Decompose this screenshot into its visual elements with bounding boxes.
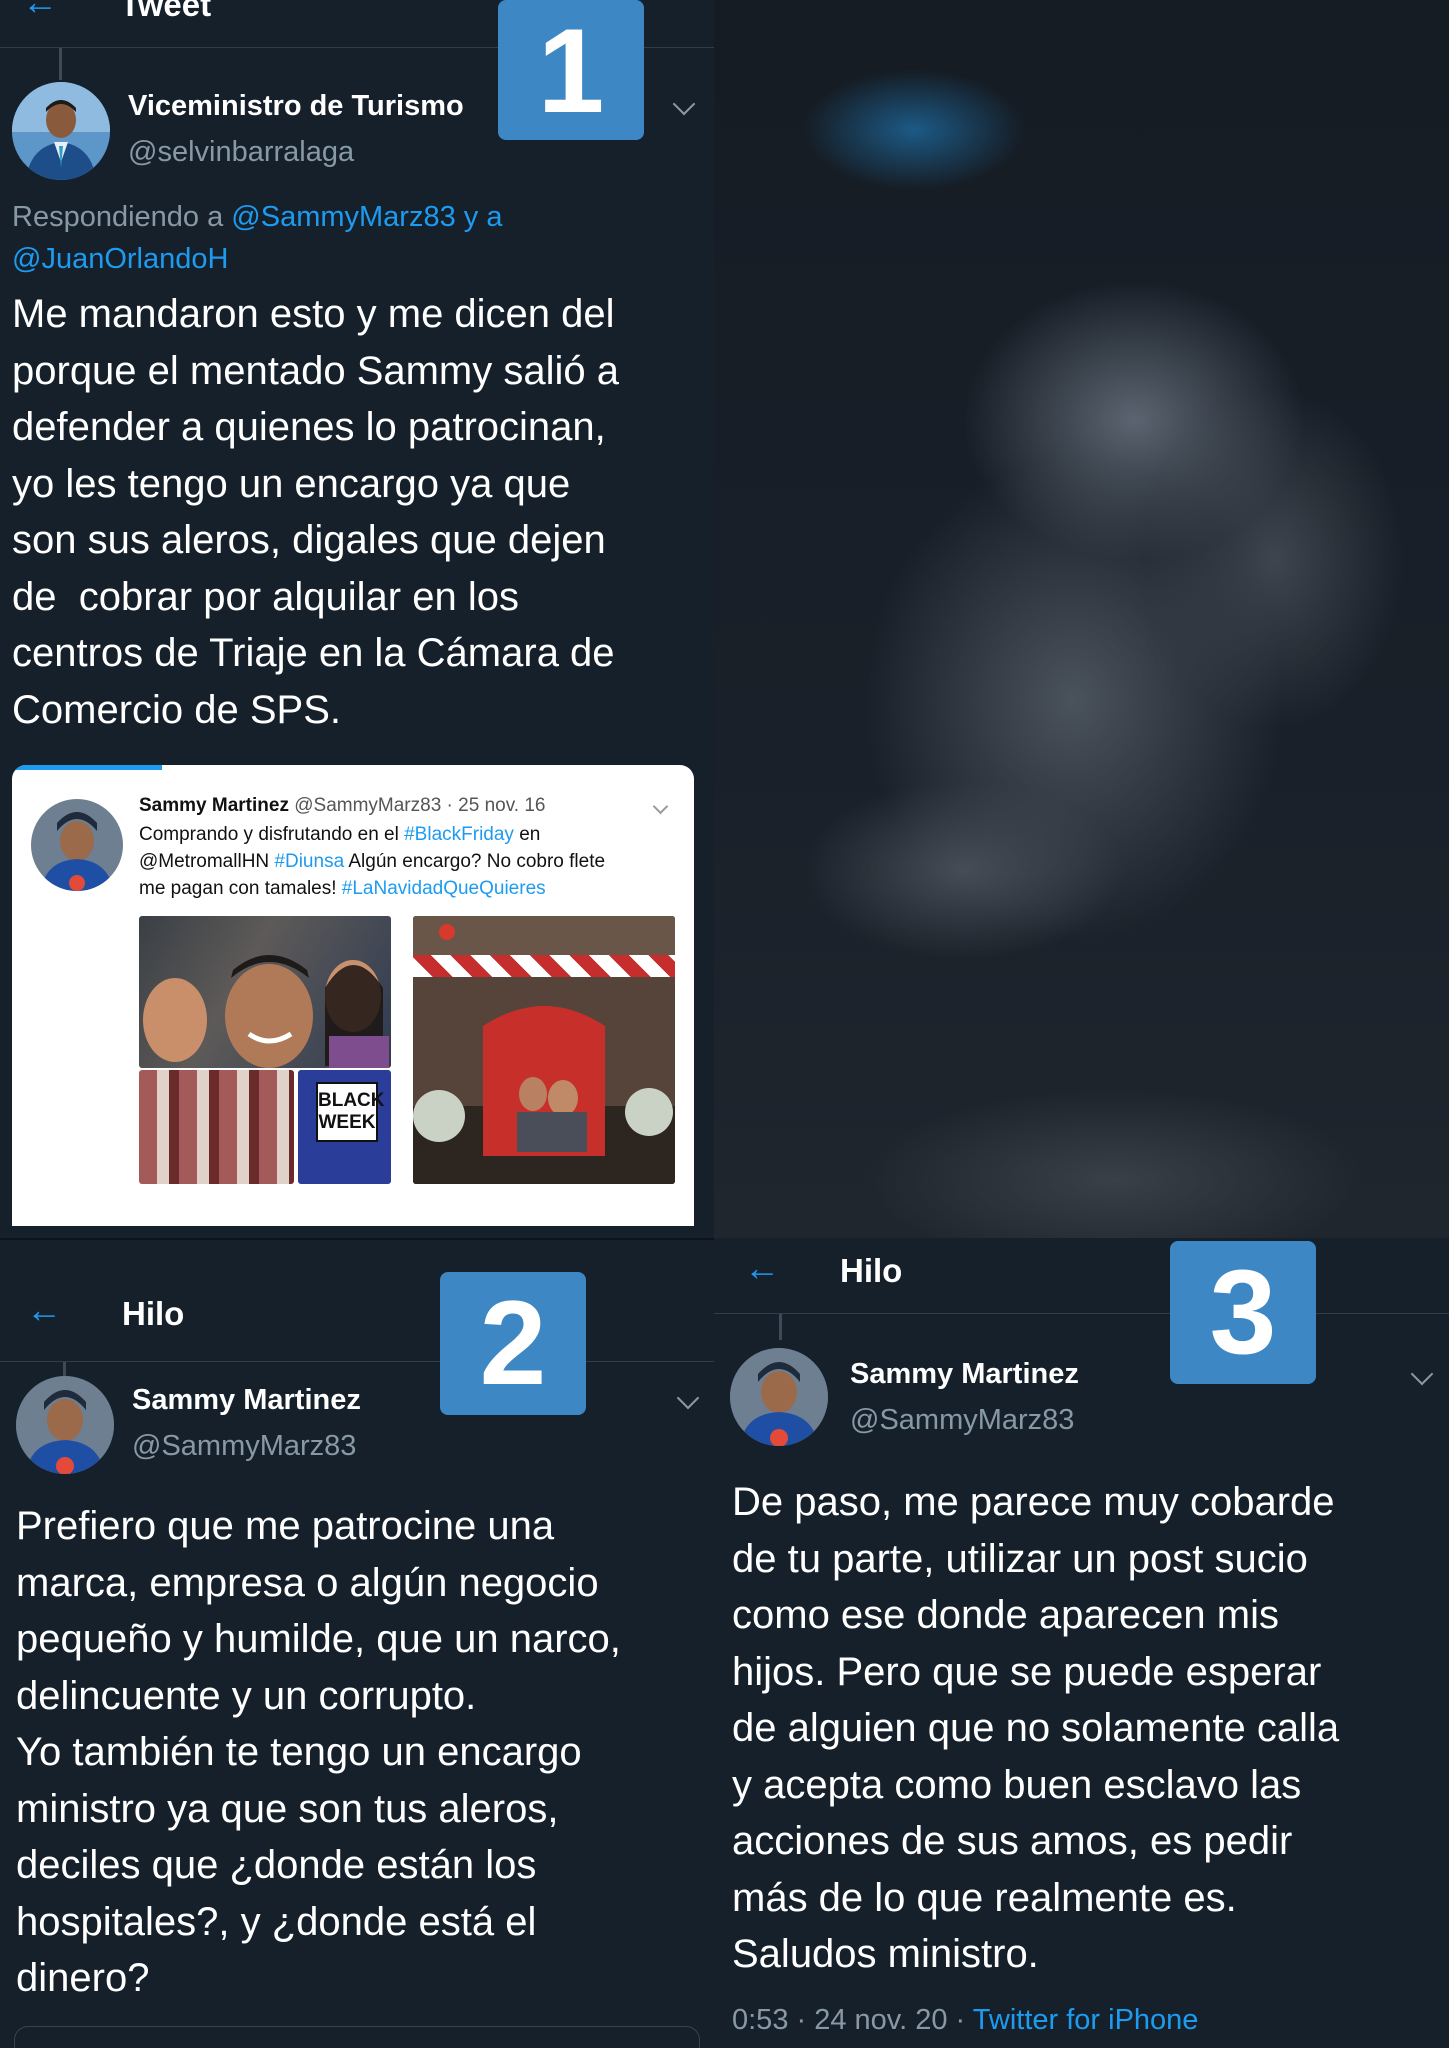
embedded-text-part: en: [519, 824, 541, 845]
tweet-text: De paso, me parece muy cobarde de tu par…: [732, 1480, 1340, 1976]
avatar-viceministro-icon: [12, 82, 110, 180]
user-handle[interactable]: @SammyMarz83: [850, 1404, 1074, 1437]
photo-black-week: BLACK WEEK: [298, 1070, 391, 1184]
user-handle[interactable]: @selvinbarralaga: [128, 136, 354, 169]
selfie-image-icon: [143, 955, 389, 1068]
panel-number-badge: 2: [440, 1272, 586, 1415]
quoted-tweet-card[interactable]: [14, 2026, 700, 2048]
blurred-image: [714, 0, 1449, 1238]
avatar-sammy-icon: [730, 1348, 828, 1446]
embedded-handle-date: @SammyMarz83 · 25 nov. 16: [294, 795, 546, 816]
sign-text: BLACK: [318, 1090, 385, 1111]
mention-link[interactable]: @JuanOrlandoH: [12, 243, 228, 275]
top-bar-title: Tweet: [120, 0, 212, 23]
back-arrow-icon[interactable]: ←: [744, 1250, 780, 1286]
photo-family-selfie: [139, 916, 391, 1068]
replying-to: Respondiendo a @SammyMarz83 y a @JuanOrl…: [12, 196, 702, 280]
top-bar-title: Hilo: [840, 1252, 903, 1289]
tweet-text: Prefiero que me patrocine una marca, emp…: [16, 1504, 621, 2000]
panel-number-badge: 1: [498, 0, 644, 140]
embedded-text-part: me pagan con tamales!: [139, 878, 337, 899]
avatar-sammy-icon: [16, 1376, 114, 1474]
source-link[interactable]: Twitter for iPhone: [973, 2004, 1199, 2036]
tweet-text: Me mandaron esto y me dicen del porque e…: [12, 292, 619, 732]
embedded-tweet-image[interactable]: Sammy Martinez @SammyMarz83 · 25 nov. 16…: [12, 765, 694, 1238]
embedded-tweet-text: Comprando y disfrutando en el #BlackFrid…: [139, 821, 679, 902]
tweet-footer: 0:53 · 24 nov. 20 · Twitter for iPhone: [732, 2004, 1198, 2037]
embedded-text-part: Algún encargo? No cobro flete: [348, 851, 606, 872]
thread-line: [59, 48, 62, 80]
panel-sammy-reply-1: ← Hilo Sammy Martinez @SammyMarz83 Prefi…: [0, 1238, 714, 2048]
top-bar: ← Hilo: [714, 1238, 1449, 1314]
panel-viceministro-tweet: ← Tweet Viceministro de Turismo @selvinb…: [0, 0, 714, 1238]
more-chevron-icon[interactable]: [1410, 1362, 1434, 1386]
panel-number-badge: 3: [1170, 1241, 1316, 1384]
more-chevron-icon[interactable]: [676, 1386, 700, 1410]
progress-bar: [12, 765, 162, 770]
photo-store-shelves: [139, 1070, 294, 1184]
hashtag: #BlackFriday: [404, 824, 514, 845]
black-week-sign: BLACK WEEK: [316, 1082, 385, 1142]
embedded-avatar: [31, 799, 123, 891]
user-name[interactable]: Sammy Martinez: [850, 1358, 1079, 1391]
timestamp: 0:53 · 24 nov. 20 ·: [732, 2004, 966, 2036]
top-bar: ← Hilo: [0, 1240, 714, 1362]
reply-joiner: y a: [463, 201, 503, 233]
avatar[interactable]: [16, 1376, 114, 1474]
candy-cane-stripe: [413, 955, 675, 977]
sign-text: WEEK: [318, 1112, 376, 1133]
embedded-text-part: Comprando y disfrutando en el: [139, 824, 399, 845]
hashtag: #LaNavidadQueQuieres: [341, 878, 546, 899]
user-handle[interactable]: @SammyMarz83: [132, 1430, 356, 1463]
more-chevron-icon[interactable]: [672, 92, 696, 116]
user-name[interactable]: Viceministro de Turismo: [128, 90, 464, 123]
hashtag: #Diunsa: [274, 851, 345, 872]
panel-sammy-reply-2: ← Hilo Sammy Martinez @SammyMarz83 De pa…: [714, 1238, 1449, 2048]
reply-prefix: Respondiendo a: [12, 201, 224, 233]
back-arrow-icon[interactable]: ←: [22, 0, 58, 20]
embedded-user-name: Sammy Martinez: [139, 795, 289, 816]
embedded-chevron-icon: [652, 798, 669, 815]
embedded-mention: @MetromallHN: [139, 851, 270, 872]
avatar-sammy-icon: [31, 799, 123, 891]
avatar[interactable]: [12, 82, 110, 180]
top-bar-title: Hilo: [122, 1295, 185, 1332]
embedded-header: Sammy Martinez @SammyMarz83 · 25 nov. 16: [139, 795, 545, 817]
avatar[interactable]: [730, 1348, 828, 1446]
cropped-status-bar: [0, 1226, 714, 1238]
back-arrow-icon[interactable]: ←: [26, 1292, 62, 1328]
user-name[interactable]: Sammy Martinez: [132, 1384, 361, 1417]
thread-line: [779, 1314, 782, 1340]
mention-link[interactable]: @SammyMarz83: [231, 201, 455, 233]
